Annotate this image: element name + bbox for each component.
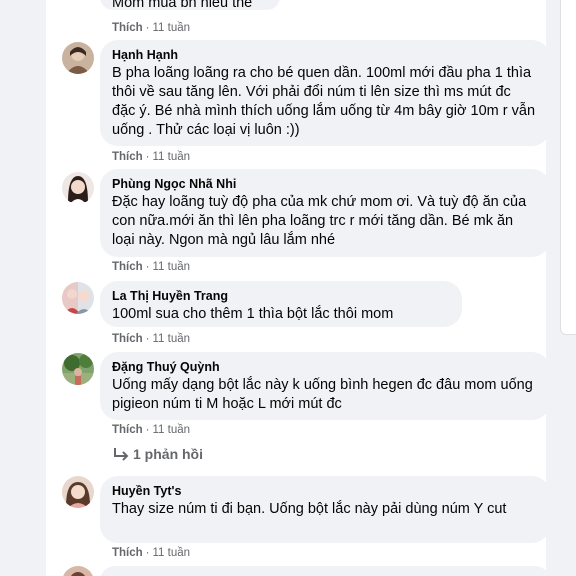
commenter-name[interactable]: Đặng Thuý Quỳnh: [112, 359, 538, 375]
like-link[interactable]: Thích: [112, 261, 143, 273]
comment-bubble: La Thị Huyền Trang 100ml sua cho thêm 1 …: [100, 281, 462, 327]
comment-text-partial: Mom mua bn nieu the: [112, 0, 253, 11]
comment-bubble: Huyền Tyt's Thay size núm ti đi bạn. Uốn…: [100, 476, 546, 543]
comment-text: B pha loãng loãng ra cho bé quen dần. 10…: [112, 65, 536, 138]
avatar-image-icon: [62, 353, 94, 385]
avatar-image-icon: [62, 282, 94, 314]
comments-panel: Mom mua bn nieu the Thích · 11 tuần Hạnh H…: [46, 0, 546, 576]
avatar[interactable]: [62, 282, 94, 314]
comment-meta: Thích · 11 tuần: [112, 261, 191, 273]
replies-count: 1 phản hồi: [133, 446, 203, 462]
avatar-image-icon: [62, 566, 94, 576]
like-link[interactable]: Thích: [112, 424, 143, 436]
comment-meta-partial: Thích · 11 tuần: [112, 22, 191, 34]
like-link[interactable]: Thích: [112, 333, 143, 345]
commenter-name[interactable]: Hạnh Hạnh: [112, 47, 538, 63]
comment-time[interactable]: 11 tuần: [153, 261, 191, 273]
comment-text: Đặc hay loãng tuỳ độ pha của mk chứ mom …: [112, 194, 527, 248]
avatar[interactable]: [62, 172, 94, 204]
comment-meta: Thích · 11 tuần: [112, 547, 191, 559]
comment-time[interactable]: 11 tuần: [153, 333, 191, 345]
commenter-name[interactable]: Phùng Ngọc Nhã Nhi: [112, 176, 538, 192]
comment-text: 100ml sua cho thêm 1 thìa bột lắc thôi m…: [112, 306, 394, 322]
comment-time[interactable]: 11 tuần: [153, 151, 191, 163]
avatar-image-icon: [62, 172, 94, 204]
comment-meta: Thích · 11 tuần: [112, 333, 191, 345]
comment-bubble: Hạnh Hạnh B pha loãng loãng ra cho bé qu…: [100, 40, 546, 146]
comment-text: Uống mấy dạng bột lắc này k uống bình he…: [112, 377, 533, 412]
avatar[interactable]: [62, 42, 94, 74]
comment-bubble-partial: Mom mua bn nieu the: [100, 0, 280, 11]
reply-arrow-icon: [112, 447, 130, 461]
commenter-name[interactable]: Huyền Tyt's: [112, 483, 538, 499]
comment-time[interactable]: 11 tuần: [153, 547, 191, 559]
view-replies-link[interactable]: 1 phản hồi: [112, 445, 203, 463]
avatar-image-icon: [62, 476, 94, 508]
comment-text: Thay size núm ti đi bạn. Uống bột lắc nà…: [112, 501, 507, 517]
comment-time[interactable]: 11 tuần: [153, 424, 191, 436]
comment-meta: Thích · 11 tuần: [112, 151, 191, 163]
avatar[interactable]: [62, 353, 94, 385]
like-link[interactable]: Thích: [112, 22, 143, 34]
comment-bubble-partial: [100, 566, 546, 576]
like-link[interactable]: Thích: [112, 151, 143, 163]
comment-bubble: Đặng Thuý Quỳnh Uống mấy dạng bột lắc nà…: [100, 352, 546, 420]
comment-bubble: Phùng Ngọc Nhã Nhi Đặc hay loãng tuỳ độ …: [100, 169, 546, 257]
side-card: [560, 0, 576, 335]
comment-time[interactable]: 11 tuần: [153, 22, 191, 34]
comment-meta: Thích · 11 tuần: [112, 424, 191, 436]
commenter-name[interactable]: La Thị Huyền Trang: [112, 288, 450, 304]
avatar[interactable]: [62, 476, 94, 508]
avatar[interactable]: [62, 566, 94, 576]
like-link[interactable]: Thích: [112, 547, 143, 559]
avatar-image-icon: [62, 42, 94, 74]
